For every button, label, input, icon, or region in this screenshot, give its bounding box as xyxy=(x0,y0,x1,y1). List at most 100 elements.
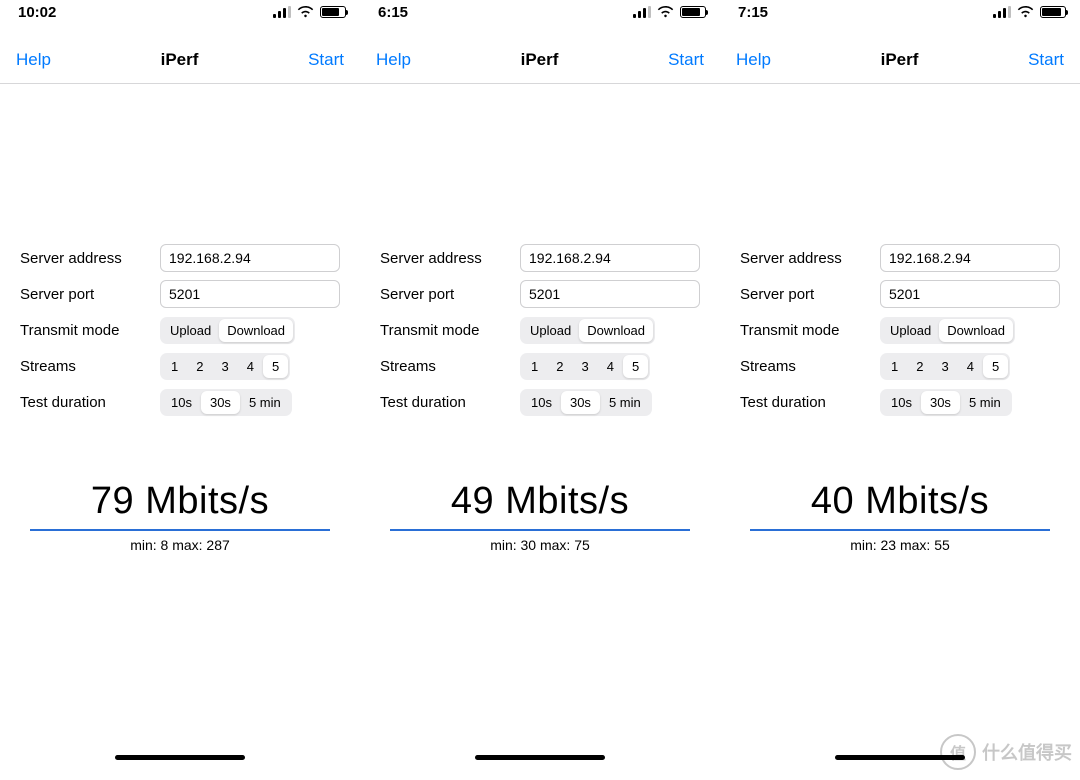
home-indicator xyxy=(475,755,605,760)
result-divider xyxy=(750,529,1050,531)
test-duration-label: Test duration xyxy=(20,394,160,411)
test-duration-option[interactable]: 30s xyxy=(201,391,240,414)
test-duration-option[interactable]: 10s xyxy=(522,391,561,414)
status-icons xyxy=(273,6,346,18)
test-duration-option[interactable]: 5 min xyxy=(600,391,650,414)
test-duration-label: Test duration xyxy=(740,394,880,411)
help-button[interactable]: Help xyxy=(736,50,771,70)
battery-icon xyxy=(320,6,346,18)
server-port-input[interactable] xyxy=(520,280,700,308)
test-duration-segmented: 10s30s5 min xyxy=(160,389,292,416)
streams-option[interactable]: 5 xyxy=(983,355,1008,378)
test-duration-option[interactable]: 10s xyxy=(162,391,201,414)
nav-title: iPerf xyxy=(881,50,919,70)
settings-form: Server address Server port Transmit modeUp… xyxy=(0,84,360,420)
status-icons xyxy=(993,6,1066,18)
server-address-input[interactable] xyxy=(520,244,700,272)
speed-value: 40 Mbits/s xyxy=(750,480,1050,523)
transmit-mode-label: Transmit mode xyxy=(380,322,520,339)
nav-bar: Help iPerf Start xyxy=(720,36,1080,84)
test-duration-label: Test duration xyxy=(380,394,520,411)
speed-value: 49 Mbits/s xyxy=(390,480,690,523)
streams-option[interactable]: 4 xyxy=(958,355,983,378)
server-address-label: Server address xyxy=(20,250,160,267)
transmit-mode-option[interactable]: Download xyxy=(579,319,653,342)
transmit-mode-option[interactable]: Download xyxy=(939,319,1013,342)
home-indicator xyxy=(115,755,245,760)
minmax-text: min: 23 max: 55 xyxy=(750,537,1050,553)
streams-option[interactable]: 5 xyxy=(623,355,648,378)
streams-label: Streams xyxy=(380,358,520,375)
streams-option[interactable]: 3 xyxy=(932,355,957,378)
minmax-text: min: 8 max: 287 xyxy=(30,537,330,553)
test-duration-option[interactable]: 5 min xyxy=(960,391,1010,414)
cellular-signal-icon xyxy=(633,6,651,18)
streams-option[interactable]: 4 xyxy=(238,355,263,378)
status-bar: 6:15 xyxy=(360,0,720,20)
cellular-signal-icon xyxy=(993,6,1011,18)
speed-value: 79 Mbits/s xyxy=(30,480,330,523)
streams-option[interactable]: 2 xyxy=(187,355,212,378)
result-block: 40 Mbits/s min: 23 max: 55 xyxy=(720,480,1080,553)
transmit-mode-option[interactable]: Upload xyxy=(882,319,939,342)
status-icons xyxy=(633,6,706,18)
streams-option[interactable]: 3 xyxy=(212,355,237,378)
watermark-badge: 值 xyxy=(940,734,976,770)
streams-option[interactable]: 1 xyxy=(522,355,547,378)
server-address-input[interactable] xyxy=(160,244,340,272)
server-port-label: Server port xyxy=(740,286,880,303)
test-duration-option[interactable]: 5 min xyxy=(240,391,290,414)
streams-option[interactable]: 2 xyxy=(547,355,572,378)
transmit-mode-label: Transmit mode xyxy=(20,322,160,339)
start-button[interactable]: Start xyxy=(1028,50,1064,70)
test-duration-option[interactable]: 10s xyxy=(882,391,921,414)
transmit-mode-option[interactable]: Download xyxy=(219,319,293,342)
result-divider xyxy=(390,529,690,531)
server-address-label: Server address xyxy=(740,250,880,267)
streams-segmented: 12345 xyxy=(160,353,290,380)
server-address-input[interactable] xyxy=(880,244,1060,272)
streams-option[interactable]: 1 xyxy=(882,355,907,378)
start-button[interactable]: Start xyxy=(308,50,344,70)
streams-segmented: 12345 xyxy=(880,353,1010,380)
settings-form: Server addressServer portTransmit modeUp… xyxy=(720,84,1080,420)
status-bar: 10:02 xyxy=(0,0,360,20)
settings-form: Server addressServer portTransmit modeUp… xyxy=(360,84,720,420)
nav-bar: HelpiPerfStart xyxy=(0,36,360,84)
streams-option[interactable]: 5 xyxy=(263,355,288,378)
nav-bar: Help iPerf Start xyxy=(360,36,720,84)
test-duration-option[interactable]: 30s xyxy=(921,391,960,414)
watermark: 值 什么值得买 xyxy=(940,734,1072,770)
help-button[interactable]: Help xyxy=(16,50,51,70)
status-bar: 7:15 xyxy=(720,0,1080,20)
server-port-input[interactable] xyxy=(160,280,340,308)
test-duration-option[interactable]: 30s xyxy=(561,391,600,414)
transmit-mode-segmented: UploadDownload xyxy=(880,317,1015,344)
wifi-icon xyxy=(297,6,314,18)
server-port-label: Server port xyxy=(20,286,160,303)
wifi-icon xyxy=(657,6,674,18)
screen-panel: 6:15 Help iPerf Start Server addressServer p… xyxy=(360,0,720,780)
start-button[interactable]: Start xyxy=(668,50,704,70)
watermark-text: 什么值得买 xyxy=(982,739,1072,765)
result-block: 49 Mbits/s min: 30 max: 75 xyxy=(360,480,720,553)
nav-title: iPerf xyxy=(521,50,559,70)
help-button[interactable]: Help xyxy=(376,50,411,70)
battery-icon xyxy=(680,6,706,18)
streams-option[interactable]: 1 xyxy=(162,355,187,378)
test-duration-segmented: 10s30s5 min xyxy=(880,389,1012,416)
server-port-input[interactable] xyxy=(880,280,1060,308)
battery-icon xyxy=(1040,6,1066,18)
status-time: 6:15 xyxy=(378,4,408,21)
result-block: 79 Mbits/s min: 8 max: 287 xyxy=(0,480,360,553)
minmax-text: min: 30 max: 75 xyxy=(390,537,690,553)
screen-panel: 10:02HelpiPerfStartServer addressServer … xyxy=(0,0,360,780)
streams-option[interactable]: 2 xyxy=(907,355,932,378)
streams-option[interactable]: 4 xyxy=(598,355,623,378)
transmit-mode-option[interactable]: Upload xyxy=(162,319,219,342)
transmit-mode-option[interactable]: Upload xyxy=(522,319,579,342)
streams-label: Streams xyxy=(740,358,880,375)
wifi-icon xyxy=(1017,6,1034,18)
streams-option[interactable]: 3 xyxy=(572,355,597,378)
cellular-signal-icon xyxy=(273,6,291,18)
